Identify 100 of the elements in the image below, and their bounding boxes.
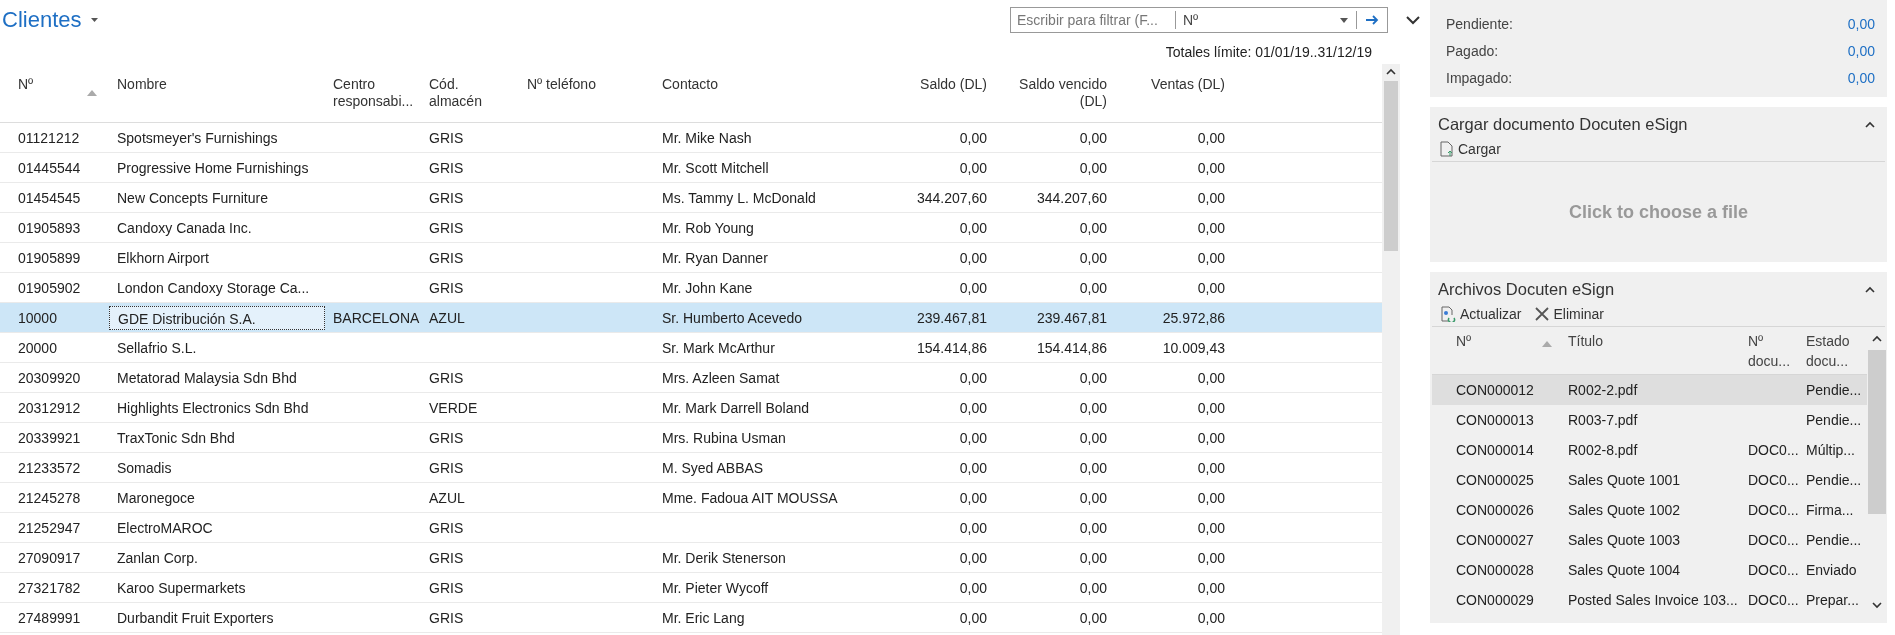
column-header[interactable]: Nº [0,76,109,93]
summary-value[interactable]: 0,00 [1847,42,1875,59]
column-header[interactable]: Nº docu... [1744,327,1802,374]
collapse-icon[interactable] [1865,120,1875,128]
table-cell-text: 0,00 [1196,459,1226,476]
chevron-down-icon[interactable] [1406,16,1420,25]
table-cell-text: Mr. Ryan Danner [661,249,769,266]
table-cell-text: GRIS [428,279,465,296]
table-cell-text: 0,00 [958,129,988,146]
table-cell-text: BARCELONA [332,309,421,326]
table-cell-text: Pendie... [1805,472,1860,488]
table-cell-text: Prepar... [1805,592,1860,608]
page-title[interactable]: Clientes [2,7,82,33]
table-cell-text: R003-7.pdf [1567,412,1639,428]
column-header[interactable]: Saldo (DL) [880,76,995,93]
close-icon [1535,307,1550,321]
sort-icon [1542,341,1552,347]
table-cell-text: GRIS [428,129,465,146]
table-cell-text: 0,00 [1078,279,1108,296]
table-cell-text: 01121212 [17,129,81,146]
table-cell-text: Mr. John Kane [661,279,754,296]
table-cell-text: 0,00 [1078,489,1108,506]
table-cell-text: 0,00 [958,159,988,176]
table-cell-text: Múltip... [1805,442,1856,458]
refresh-icon [1440,306,1456,322]
table-cell-text: London Candoxy Storage Ca... [116,279,311,296]
table-cell-text: DOC0... [1747,592,1800,608]
summary-label: Impagado: [1446,69,1513,86]
file-row[interactable]: CON000013 R003-7.pdf Pendie... [1432,405,1867,435]
table-cell-text: 0,00 [958,579,988,596]
table-cell-text: AZUL [428,489,466,506]
table-cell-text: Posted Sales Invoice 103... [1567,592,1739,608]
table-cell-text: Spotsmeyer's Furnishings [116,129,279,146]
table-cell-text: GRIS [428,219,465,236]
table-cell-text: 25.972,86 [1161,309,1226,326]
scrollbar-thumb[interactable] [1384,81,1398,251]
table-cell-text: 0,00 [958,399,988,416]
column-header[interactable]: Nombre [109,76,325,93]
table-cell-text: 154.414,86 [1035,339,1108,356]
column-header[interactable]: Contacto [654,76,880,93]
file-row[interactable]: CON000012 R002-2.pdf Pendie... [1432,375,1867,405]
file-row[interactable]: CON000028 Sales Quote 1004 DOC0... Enviado [1432,555,1867,585]
file-row[interactable]: CON000027 Sales Quote 1003 DOC0... Pendie... [1432,525,1867,555]
file-row[interactable]: CON000029 Posted Sales Invoice 103... DOC0... Prepar... [1432,585,1867,615]
table-cell-text: 0,00 [1078,369,1108,386]
panel-title: Cargar documento Docuten eSign [1438,114,1688,134]
table-cell-text: 0,00 [1196,189,1226,206]
table-cell-text: GRIS [428,189,465,206]
table-cell-text: TraxTonic Sdn Bhd [116,429,236,446]
table-cell-text: Ms. Tammy L. McDonald [661,189,817,206]
collapse-icon[interactable] [1865,285,1875,293]
table-cell-text: GRIS [428,369,465,386]
summary-value[interactable]: 0,00 [1847,69,1875,86]
upload-button[interactable]: Cargar [1440,141,1501,157]
table-cell-text: 21252947 [17,519,82,536]
table-row[interactable]: 10000 GDE Distribución S.A. BARCELONA AZUL Sr. Humberto Acevedo 239.467,81 239.467,81 25.972,86 [0,303,1382,333]
scrollbar-thumb[interactable] [1868,350,1886,514]
refresh-button[interactable]: Actualizar [1440,306,1522,322]
file-row[interactable]: CON000014 R002-8.pdf DOC0... Múltip... [1432,435,1867,465]
column-header[interactable]: Ventas (DL) [1115,76,1233,93]
delete-button[interactable]: Eliminar [1535,306,1605,322]
scroll-down-icon[interactable] [1872,602,1882,609]
table-cell-text: 344.207,60 [1035,189,1108,206]
table-cell-text: 0,00 [1078,159,1108,176]
column-header[interactable]: Título [1564,327,1744,374]
table-cell-text: 0,00 [958,249,988,266]
table-cell-text: GRIS [428,249,465,266]
column-header[interactable]: Cód. almacén [421,76,519,110]
file-row[interactable]: CON000025 Sales Quote 1001 DOC0... Pendie... [1432,465,1867,495]
table-cell-text: Sellafrio S.L. [116,339,198,356]
table-cell-text: 0,00 [1078,399,1108,416]
table-cell-text: 0,00 [1078,219,1108,236]
column-header[interactable]: Estado docu... [1802,327,1860,374]
table-cell-text: 0,00 [1196,219,1226,236]
table-cell-text: 0,00 [1196,249,1226,266]
table-cell-text: 239.467,81 [915,309,988,326]
table-cell-text: 20339921 [17,429,82,446]
table-cell-text: 0,00 [1196,369,1226,386]
table-cell-text: Candoxy Canada Inc. [116,219,253,236]
table-cell-text: 0,00 [1196,279,1226,296]
table-cell-text: 0,00 [1196,129,1226,146]
panel-title: Archivos Docuten eSign [1438,279,1615,299]
table-cell-text: 0,00 [958,549,988,566]
column-header[interactable]: Saldo vencido (DL) [995,76,1115,110]
scroll-up-icon[interactable] [1386,68,1396,75]
file-row[interactable]: CON000026 Sales Quote 1002 DOC0... Firma... [1432,495,1867,525]
table-cell-text: Enviado [1805,562,1858,578]
summary-value[interactable]: 0,00 [1847,15,1875,32]
table-cell-text: 0,00 [958,429,988,446]
table-cell-text: DOC0... [1747,562,1800,578]
column-header[interactable]: Centro responsabi... [325,76,421,110]
table-cell-text: 0,00 [1078,579,1108,596]
column-header[interactable]: Nº [1432,327,1564,374]
table-cell-text: 20309920 [17,369,82,386]
caret-icon[interactable] [91,18,99,22]
column-header[interactable]: Nº teléfono [519,76,654,93]
scroll-up-icon[interactable] [1872,335,1882,342]
table-cell-text: Sales Quote 1004 [1567,562,1682,578]
table-cell-text: ElectroMAROC [116,519,214,536]
table-cell-text: 0,00 [1078,459,1108,476]
